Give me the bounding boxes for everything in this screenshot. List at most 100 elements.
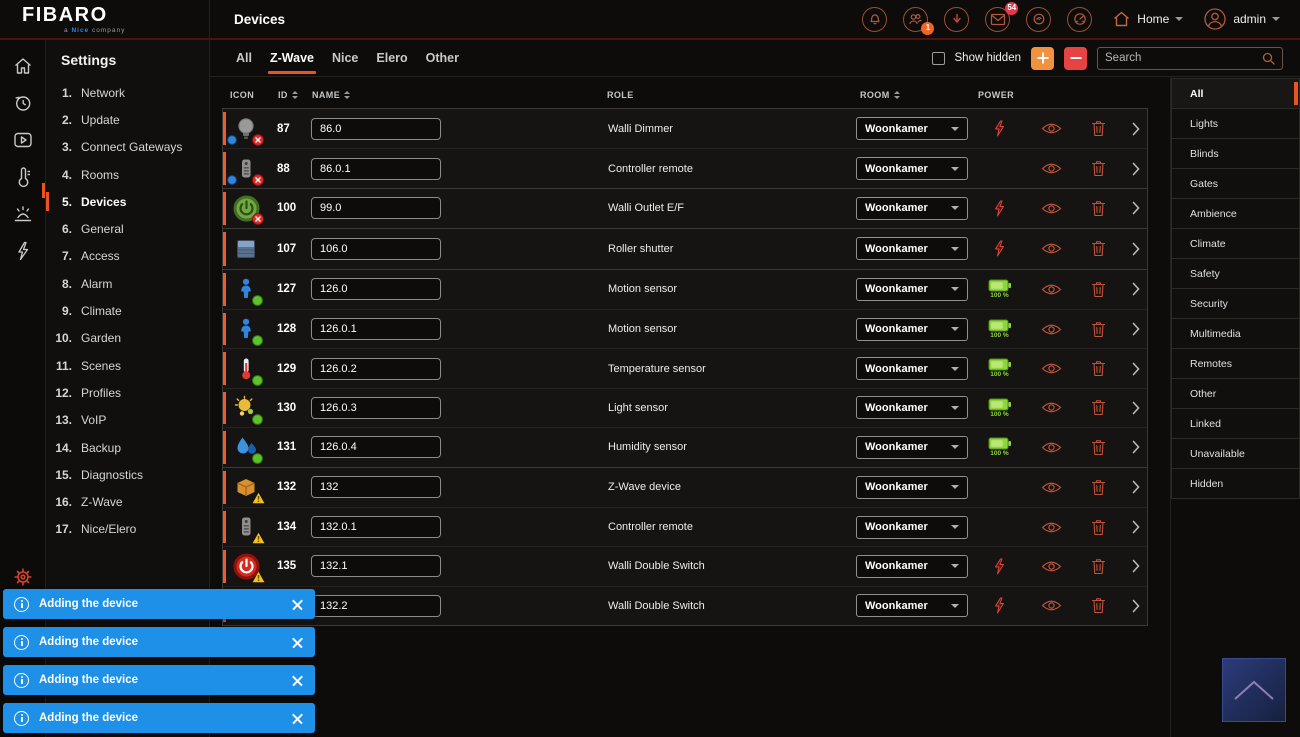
category-item[interactable]: Unavailable: [1171, 438, 1300, 469]
room-select[interactable]: Woonkamer: [856, 396, 968, 420]
chevron-right-icon[interactable]: [1132, 559, 1140, 573]
device-row[interactable]: 129 Temperature sensor Woonkamer: [223, 348, 1147, 387]
category-item[interactable]: Security: [1171, 288, 1300, 319]
settings-menu-item[interactable]: 10. Garden: [46, 325, 209, 352]
device-name-input[interactable]: [311, 555, 441, 578]
meter-icon[interactable]: [1067, 6, 1093, 32]
category-item[interactable]: Hidden: [1171, 468, 1300, 499]
settings-menu-item[interactable]: 17. Nice/Elero: [46, 516, 209, 543]
close-icon[interactable]: [291, 713, 304, 724]
category-item[interactable]: All: [1171, 78, 1300, 109]
settings-menu-item[interactable]: 6. General: [46, 215, 209, 242]
category-item[interactable]: Lights: [1171, 108, 1300, 139]
room-select[interactable]: Woonkamer: [856, 157, 968, 181]
device-name-input[interactable]: [311, 117, 441, 140]
room-select[interactable]: Woonkamer: [856, 554, 968, 578]
device-row[interactable]: 134 Controller remote Woonkamer: [223, 506, 1147, 546]
room-select[interactable]: Woonkamer: [856, 515, 968, 539]
settings-menu-item[interactable]: 9. Climate: [46, 297, 209, 324]
room-select[interactable]: Woonkamer: [856, 594, 968, 618]
search-icon[interactable]: [1262, 52, 1275, 65]
settings-menu-item[interactable]: 1. Network: [46, 79, 209, 106]
trash-icon[interactable]: [1091, 479, 1106, 496]
alarm-icon[interactable]: [862, 6, 888, 32]
chevron-right-icon[interactable]: [1132, 362, 1140, 376]
category-item[interactable]: Blinds: [1171, 138, 1300, 169]
search-input[interactable]: [1105, 52, 1256, 64]
garden-icon[interactable]: [11, 202, 35, 226]
home-icon[interactable]: [11, 54, 35, 78]
category-item[interactable]: Multimedia: [1171, 318, 1300, 349]
trash-icon[interactable]: [1091, 120, 1106, 137]
chevron-right-icon[interactable]: [1132, 401, 1140, 415]
voip-icon[interactable]: [944, 6, 970, 32]
chevron-right-icon[interactable]: [1132, 162, 1140, 176]
history-icon[interactable]: [11, 91, 35, 115]
intercom-icon[interactable]: [1026, 6, 1052, 32]
column-header[interactable]: ICON: [222, 90, 276, 100]
chevron-right-icon[interactable]: [1132, 480, 1140, 494]
brand-logo[interactable]: FIBARO a Nice company: [0, 0, 210, 38]
device-name-input[interactable]: [311, 197, 441, 220]
device-name-input[interactable]: [311, 436, 441, 459]
device-name-input[interactable]: [311, 476, 441, 499]
chevron-right-icon[interactable]: [1132, 282, 1140, 296]
chevron-right-icon[interactable]: [1132, 520, 1140, 534]
chevron-right-icon[interactable]: [1132, 599, 1140, 613]
device-row[interactable]: 135 Walli Double Switch Woonkamer: [223, 546, 1147, 585]
chevron-right-icon[interactable]: [1132, 242, 1140, 256]
column-header[interactable]: ROLE: [601, 90, 848, 100]
device-name-input[interactable]: [311, 594, 441, 617]
trash-icon[interactable]: [1091, 519, 1106, 536]
eye-icon[interactable]: [1041, 521, 1062, 534]
device-filter-tab[interactable]: Elero: [374, 40, 409, 76]
device-row[interactable]: 132 Z-Wave device Woonkamer: [223, 468, 1147, 507]
device-row[interactable]: 107 Roller shutter Woonkamer: [223, 229, 1147, 268]
column-header[interactable]: NAME: [310, 90, 601, 100]
device-row[interactable]: Walli Double Switch Woonkamer: [223, 585, 1147, 625]
trash-icon[interactable]: [1091, 360, 1106, 377]
device-row[interactable]: 100 Walli Outlet E/F Woonkamer: [223, 189, 1147, 228]
gear-icon[interactable]: [11, 565, 35, 589]
eye-icon[interactable]: [1041, 599, 1062, 612]
close-icon[interactable]: [291, 637, 304, 648]
device-name-input[interactable]: [311, 357, 441, 380]
settings-menu-item[interactable]: 14. Backup: [46, 434, 209, 461]
settings-menu-item[interactable]: 13. VoIP: [46, 407, 209, 434]
eye-icon[interactable]: [1041, 242, 1062, 255]
device-name-input[interactable]: [311, 318, 441, 341]
room-select[interactable]: Woonkamer: [856, 357, 968, 381]
trash-icon[interactable]: [1091, 281, 1106, 298]
device-filter-tab[interactable]: Z-Wave: [267, 40, 316, 76]
trash-icon[interactable]: [1091, 200, 1106, 217]
climate-icon[interactable]: [11, 165, 35, 189]
settings-menu-item[interactable]: 11. Scenes: [46, 352, 209, 379]
device-filter-tab[interactable]: Other: [424, 40, 461, 76]
room-select[interactable]: Woonkamer: [856, 117, 968, 141]
messages-icon[interactable]: 54: [985, 1, 1019, 32]
room-select[interactable]: Woonkamer: [856, 277, 968, 301]
device-filter-tab[interactable]: All: [234, 40, 254, 76]
power-icon[interactable]: [11, 239, 35, 263]
device-row[interactable]: 128 Motion sensor Woonkamer: [223, 308, 1147, 348]
close-icon[interactable]: [291, 599, 304, 610]
add-device-button[interactable]: [1031, 46, 1054, 70]
trash-icon[interactable]: [1091, 321, 1106, 338]
category-item[interactable]: Other: [1171, 378, 1300, 409]
user-menu[interactable]: admin: [1203, 7, 1280, 31]
trash-icon[interactable]: [1091, 160, 1106, 177]
eye-icon[interactable]: [1041, 162, 1062, 175]
users-icon[interactable]: 1: [903, 6, 935, 35]
chevron-right-icon[interactable]: [1132, 122, 1140, 136]
eye-icon[interactable]: [1041, 362, 1062, 375]
eye-icon[interactable]: [1041, 560, 1062, 573]
room-select[interactable]: Woonkamer: [856, 237, 968, 261]
device-name-input[interactable]: [311, 396, 441, 419]
home-nav[interactable]: Home: [1112, 10, 1184, 28]
room-select[interactable]: Woonkamer: [856, 435, 968, 459]
chevron-right-icon[interactable]: [1132, 322, 1140, 336]
sort-icon[interactable]: [893, 91, 900, 99]
settings-menu-item[interactable]: 15. Diagnostics: [46, 461, 209, 488]
room-select[interactable]: Woonkamer: [856, 317, 968, 341]
trash-icon[interactable]: [1091, 597, 1106, 614]
